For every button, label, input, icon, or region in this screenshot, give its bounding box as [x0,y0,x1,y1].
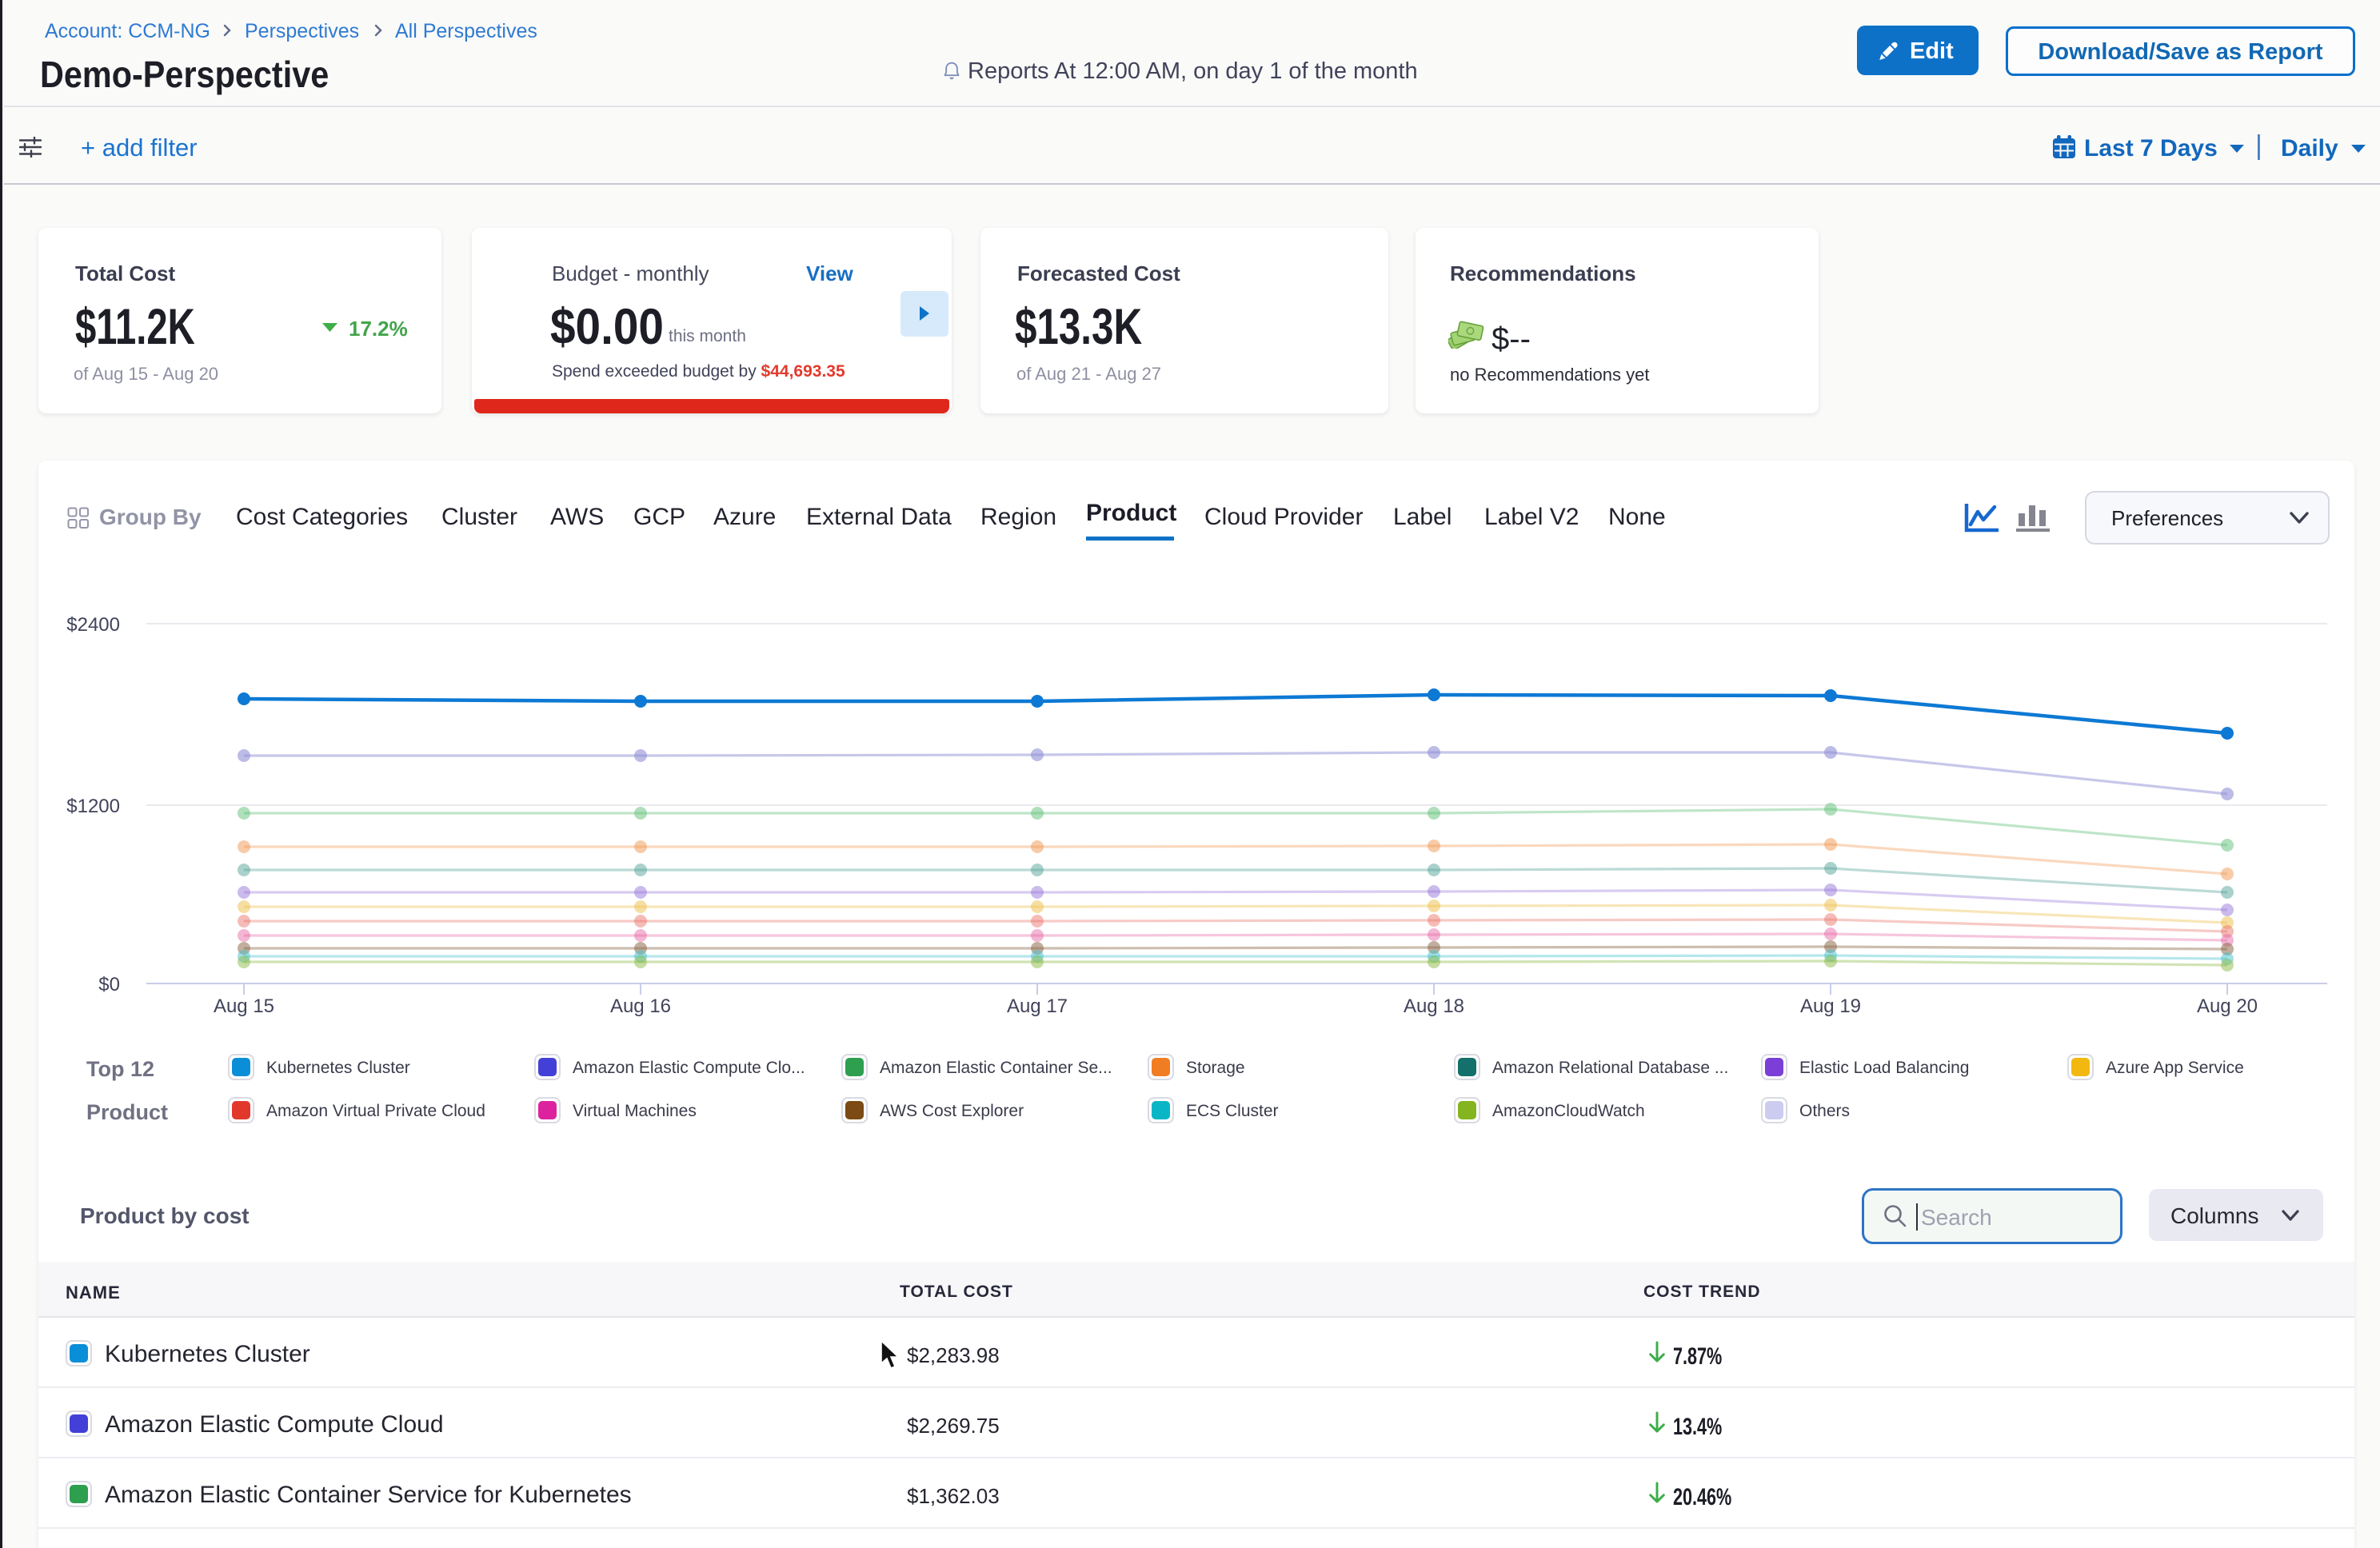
svg-text:Aug 17: Aug 17 [1007,995,1068,1017]
svg-text:Aug 18: Aug 18 [1404,995,1464,1017]
svg-text:$2400: $2400 [66,614,120,636]
svg-text:$1200: $1200 [66,796,120,817]
svg-text:Aug 15: Aug 15 [214,995,274,1017]
svg-text:$0: $0 [98,974,120,995]
svg-text:Aug 16: Aug 16 [610,995,671,1017]
svg-text:Aug 19: Aug 19 [1800,995,1861,1017]
svg-text:Aug 20: Aug 20 [2197,995,2258,1017]
